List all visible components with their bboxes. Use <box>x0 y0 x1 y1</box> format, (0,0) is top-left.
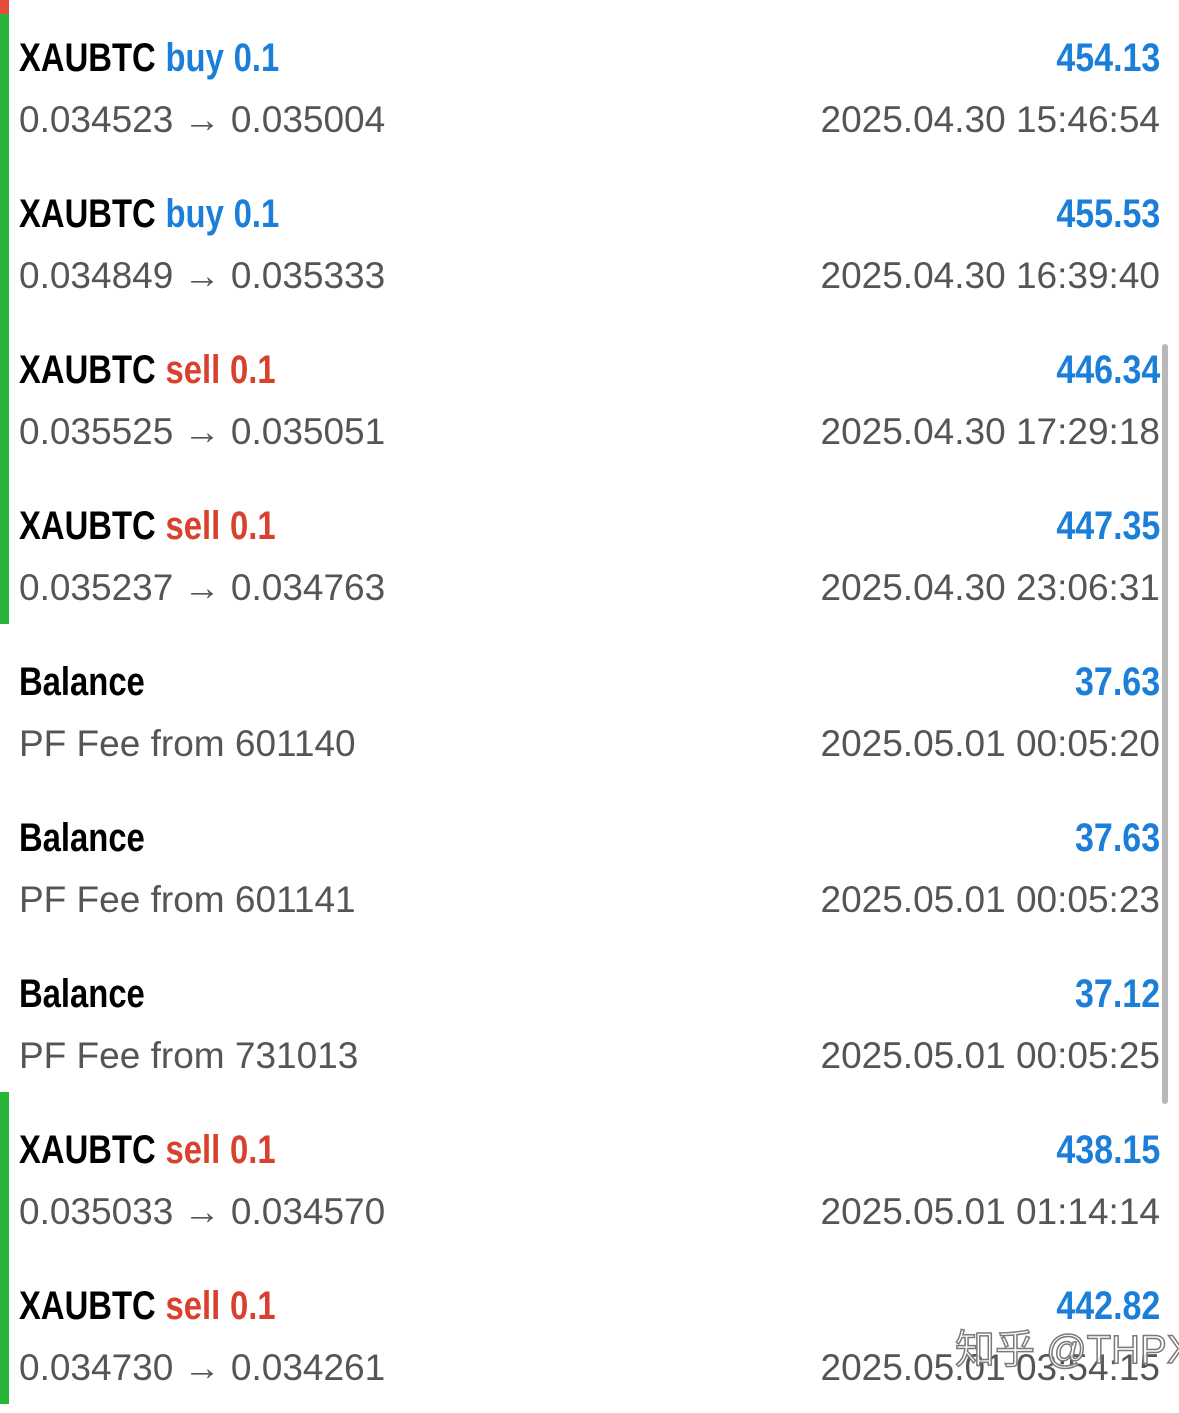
deal-title: XAUBTC sell 0.1 <box>19 1122 276 1178</box>
symbol-label: XAUBTC <box>19 192 156 236</box>
scrollbar[interactable] <box>1162 344 1168 1104</box>
timestamp: 2025.05.01 00:05:20 <box>820 723 1161 764</box>
price-range: 0.034730 → 0.034261 <box>19 1347 386 1388</box>
volume-label: 0.1 <box>233 192 280 236</box>
deal-row[interactable]: XAUBTC buy 0.1 455.53 0.034849 → 0.035333 202… <box>0 156 1179 312</box>
deal-row[interactable]: XAUBTC buy 0.1 454.13 0.034523 → 0.035004 202… <box>0 0 1179 156</box>
profit-value: 37.63 <box>1074 816 1160 860</box>
timestamp: 2025.05.01 00:05:25 <box>820 1035 1161 1076</box>
profit-value: 454.13 <box>1056 36 1160 80</box>
deal-title: XAUBTC sell 0.1 <box>19 1278 276 1334</box>
deal-row[interactable]: XAUBTC sell 0.1 447.35 0.035237 → 0.034763 20… <box>0 468 1179 624</box>
deal-row[interactable]: XAUBTC sell 0.1 446.34 0.035525 → 0.035051 20… <box>0 312 1179 468</box>
timestamp: 2025.04.30 23:06:31 <box>820 567 1161 608</box>
row-accent-bar <box>0 468 9 624</box>
row-accent-bar <box>0 156 9 312</box>
deal-row[interactable]: XAUBTC sell 0.1 438.15 0.035033 → 0.034570 20… <box>0 1092 1179 1248</box>
volume-label: 0.1 <box>233 36 280 80</box>
profit-value: 455.53 <box>1056 192 1160 236</box>
deal-title: XAUBTC sell 0.1 <box>19 342 276 398</box>
deal-title: Balance <box>19 966 155 1022</box>
balance-comment: PF Fee from 601141 <box>19 879 356 920</box>
deal-title: Balance <box>19 654 155 710</box>
balance-comment: PF Fee from 601140 <box>19 723 356 764</box>
deal-title: XAUBTC buy 0.1 <box>19 30 279 86</box>
price-range: 0.035525 → 0.035051 <box>19 411 386 452</box>
timestamp: 2025.04.30 17:29:18 <box>820 411 1161 452</box>
profit-value: 438.15 <box>1056 1128 1160 1172</box>
price-range: 0.035237 → 0.034763 <box>19 567 386 608</box>
corner-indicator <box>0 0 9 14</box>
profit-value: 446.34 <box>1056 348 1160 392</box>
timestamp: 2025.04.30 16:39:40 <box>820 255 1161 296</box>
price-range: 0.035033 → 0.034570 <box>19 1191 386 1232</box>
balance-row[interactable]: Balance 37.12 PF Fee from 731013 2025.05.01… <box>0 936 1179 1092</box>
volume-label: 0.1 <box>230 1284 276 1328</box>
side-label: buy <box>165 36 224 80</box>
balance-comment: PF Fee from 731013 <box>19 1035 359 1076</box>
balance-row[interactable]: Balance 37.63 PF Fee from 601140 2025.05.01… <box>0 624 1179 780</box>
profit-value: 37.12 <box>1074 972 1160 1016</box>
deal-title: Balance <box>19 810 155 866</box>
price-range: 0.034523 → 0.035004 <box>19 99 386 140</box>
symbol-label: XAUBTC <box>19 1284 156 1328</box>
volume-label: 0.1 <box>230 504 276 548</box>
symbol-label: XAUBTC <box>19 348 156 392</box>
price-range: 0.034849 → 0.035333 <box>19 255 386 296</box>
profit-value: 447.35 <box>1056 504 1160 548</box>
volume-label: 0.1 <box>230 1128 276 1172</box>
symbol-label: XAUBTC <box>19 1128 156 1172</box>
row-accent-bar <box>0 312 9 468</box>
side-label: sell <box>165 348 221 392</box>
watermark: 知乎 @THPX9 <box>954 1327 1179 1373</box>
symbol-label: XAUBTC <box>19 504 156 548</box>
symbol-label: Balance <box>19 660 145 704</box>
symbol-label: Balance <box>19 816 145 860</box>
side-label: sell <box>165 1284 221 1328</box>
volume-label: 0.1 <box>230 348 276 392</box>
side-label: sell <box>165 504 221 548</box>
profit-value: 37.63 <box>1074 660 1160 704</box>
row-accent-bar <box>0 0 9 156</box>
balance-row[interactable]: Balance 37.63 PF Fee from 601141 2025.05.01… <box>0 780 1179 936</box>
history-list: XAUBTC buy 0.1 454.13 0.034523 → 0.035004 202… <box>0 0 1179 1413</box>
side-label: sell <box>165 1128 221 1172</box>
row-accent-bar <box>0 1248 9 1404</box>
timestamp: 2025.04.30 15:46:54 <box>820 99 1161 140</box>
deal-title: XAUBTC buy 0.1 <box>19 186 279 242</box>
timestamp: 2025.05.01 01:14:14 <box>820 1191 1161 1232</box>
row-accent-bar <box>0 1092 9 1248</box>
deal-title: XAUBTC sell 0.1 <box>19 498 276 554</box>
symbol-label: Balance <box>19 972 145 1016</box>
side-label: buy <box>165 192 224 236</box>
symbol-label: XAUBTC <box>19 36 156 80</box>
timestamp: 2025.05.01 00:05:23 <box>820 879 1161 920</box>
